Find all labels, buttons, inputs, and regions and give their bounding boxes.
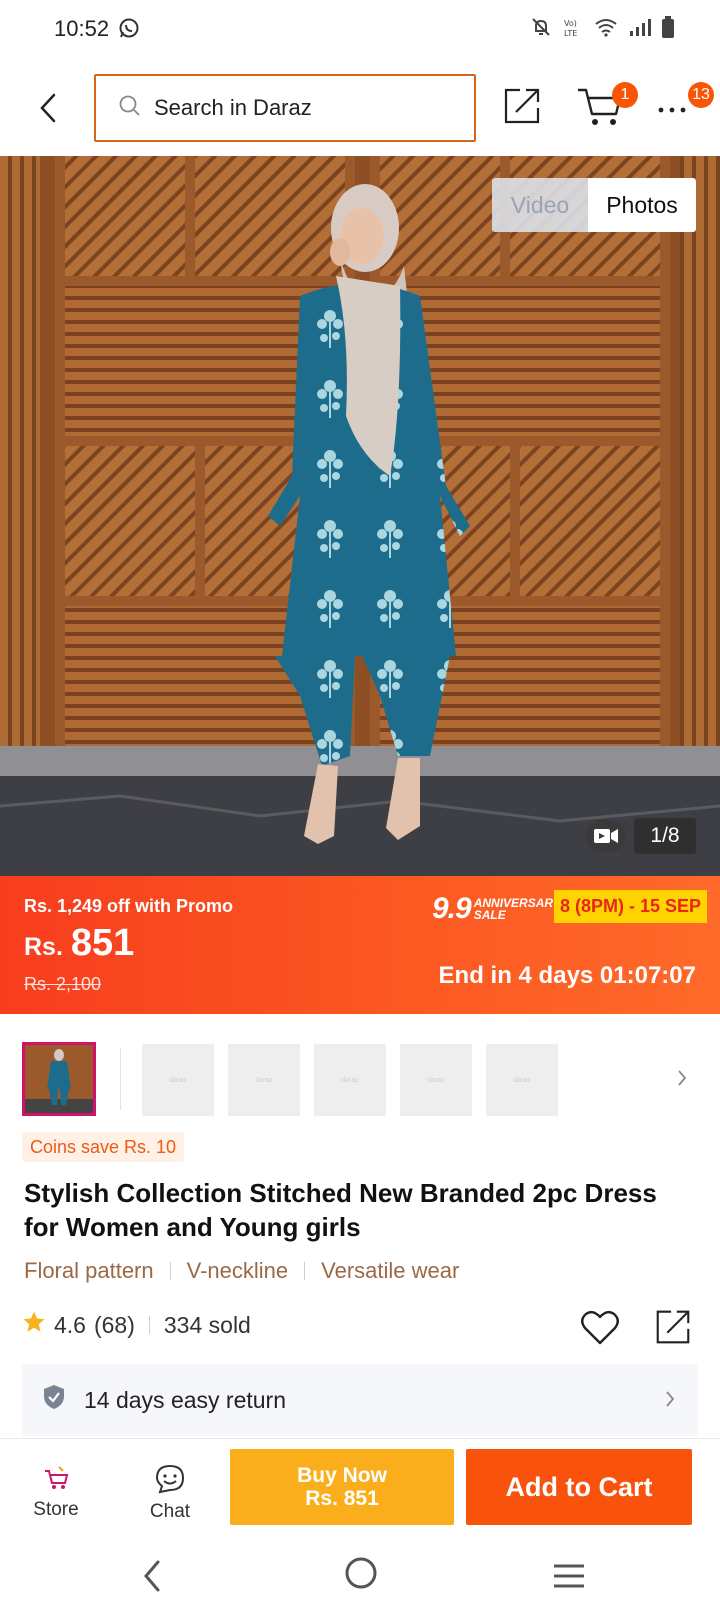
thumbnail-placeholder[interactable]: daraz <box>486 1044 558 1116</box>
buy-now-price: Rs. 851 <box>305 1487 379 1510</box>
wishlist-button[interactable] <box>580 1308 620 1348</box>
tag-floral-pattern: Floral pattern <box>24 1258 154 1283</box>
mute-icon <box>530 16 552 38</box>
tab-photos[interactable]: Photos <box>588 178 696 232</box>
video-camera-icon <box>594 829 618 843</box>
thumbnail-placeholder[interactable]: daraz <box>228 1044 300 1116</box>
search-input[interactable]: Search in Daraz <box>94 74 476 142</box>
back-button[interactable] <box>30 86 66 130</box>
review-count: (68) <box>93 1311 135 1338</box>
share-product-button[interactable] <box>652 1306 694 1348</box>
top-header: Search in Daraz 1 13 <box>0 60 720 156</box>
sale-countdown: End in 4 days 01:07:07 <box>438 962 696 989</box>
tag-versatile-wear: Versatile wear <box>321 1258 460 1283</box>
promo-banner: Rs. 1,249 off with Promo Rs. 851 Rs. 2,10… <box>0 876 720 1014</box>
chat-icon <box>155 1464 185 1494</box>
add-to-cart-button[interactable]: Add to Cart <box>466 1449 692 1525</box>
thumbnail-strip: daraz daraz daraz daraz daraz <box>0 1040 720 1116</box>
share-icon <box>656 1310 690 1344</box>
signal-icon <box>628 17 652 37</box>
sale-number: 9.9 <box>432 892 472 925</box>
search-placeholder: Search in Daraz <box>154 95 312 120</box>
shield-check-icon <box>42 1384 66 1416</box>
buy-now-label: Buy Now <box>297 1464 387 1487</box>
thumbnail-placeholder[interactable]: daraz <box>400 1044 472 1116</box>
more-count-badge: 13 <box>688 82 714 108</box>
share-button[interactable] <box>500 84 544 128</box>
rating-row[interactable]: 4.6 (68) 334 sold <box>22 1310 251 1340</box>
product-image-gallery[interactable]: Video Photos 1/8 <box>0 156 720 876</box>
price-amount: 851 <box>70 922 135 964</box>
product-title: Stylish Collection Stitched New Branded … <box>24 1178 657 1242</box>
rating-separator <box>148 1316 150 1334</box>
star-icon <box>22 1310 46 1340</box>
status-bar: 10:52 Vo) LTE <box>0 0 720 60</box>
thumbnail-placeholder[interactable]: daraz <box>142 1044 214 1116</box>
tag-separator <box>169 1262 171 1280</box>
image-counter: 1/8 <box>634 818 696 854</box>
coins-badge: Coins save Rs. 10 <box>22 1132 185 1162</box>
thumbnails-next-button[interactable] <box>676 1068 688 1093</box>
more-button[interactable] <box>656 90 692 120</box>
original-price: Rs. 2,100 <box>24 974 102 994</box>
return-policy-row[interactable]: 14 days easy return <box>22 1364 698 1436</box>
thumbnail-selected[interactable] <box>22 1042 96 1116</box>
nav-home-icon <box>345 1557 377 1589</box>
nav-home-button[interactable] <box>344 1556 378 1595</box>
tag-v-neckline: V-neckline <box>186 1258 289 1283</box>
sale-label-line-2: SALE <box>473 908 506 922</box>
chevron-right-icon <box>678 1070 687 1086</box>
price-currency: Rs. <box>24 933 63 961</box>
whatsapp-icon <box>118 17 140 44</box>
share-icon <box>504 88 540 124</box>
thumbnail-divider <box>120 1048 121 1110</box>
chat-label: Chat <box>149 1501 191 1522</box>
search-icon <box>118 94 142 123</box>
rating-value: 4.6 <box>54 1311 86 1338</box>
store-logo-icon <box>45 1466 69 1489</box>
battery-icon <box>662 16 674 38</box>
chevron-left-icon <box>40 93 56 123</box>
store-button[interactable]: Store <box>30 1463 82 1521</box>
sale-logo: 9.9 ANNIVERSARY SALE <box>432 892 561 926</box>
bottom-action-bar: Store Chat Buy Now Rs. 851 Add to Cart <box>0 1438 720 1540</box>
thumbnail-placeholder[interactable]: daraz <box>314 1044 386 1116</box>
svg-text:Vo): Vo) <box>564 19 577 28</box>
nav-back-button[interactable] <box>140 1558 164 1599</box>
more-dots-icon <box>658 107 686 113</box>
sale-label: ANNIVERSARY SALE <box>473 897 561 922</box>
video-play-button[interactable] <box>586 820 626 852</box>
status-time: 10:52 <box>54 16 110 41</box>
svg-text:LTE: LTE <box>564 29 577 38</box>
nav-recents-button[interactable] <box>552 1562 586 1595</box>
status-icons: Vo) LTE <box>530 16 674 38</box>
media-toggle: Video Photos <box>492 178 696 232</box>
store-label: Store <box>33 1499 79 1520</box>
product-tags: Floral pattern V-neckline Versatile wear <box>24 1258 459 1284</box>
wifi-icon <box>594 17 618 37</box>
tab-video[interactable]: Video <box>492 178 588 232</box>
heart-icon <box>581 1310 619 1345</box>
product-photo <box>0 156 720 876</box>
chevron-right-icon <box>664 1388 676 1415</box>
promo-discount-text: Rs. 1,249 off with Promo <box>24 896 234 916</box>
sold-count: 334 sold <box>163 1311 251 1338</box>
cart-count-badge: 1 <box>612 82 638 108</box>
tag-separator <box>304 1262 306 1280</box>
nav-menu-icon <box>554 1564 584 1588</box>
current-price: Rs. 851 <box>24 922 134 965</box>
return-policy-text: 14 days easy return <box>84 1386 287 1413</box>
buy-now-button[interactable]: Buy Now Rs. 851 <box>230 1449 454 1525</box>
lte-icon: Vo) LTE <box>562 16 584 38</box>
sale-dates: 8 (8PM) - 15 SEP <box>554 890 708 923</box>
system-nav-bar <box>0 1540 720 1612</box>
chat-button[interactable]: Chat <box>144 1463 196 1523</box>
nav-back-icon <box>144 1560 160 1592</box>
